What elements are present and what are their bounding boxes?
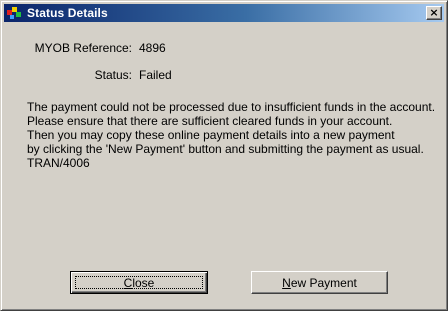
status-message: The payment could not be processed due t… bbox=[27, 100, 445, 170]
reference-label: MYOB Reference: bbox=[34, 41, 132, 55]
window-title: Status Details bbox=[27, 6, 108, 20]
close-icon[interactable]: × bbox=[426, 6, 442, 20]
reference-value: 4896 bbox=[139, 41, 166, 55]
new-payment-button[interactable]: New Payment bbox=[251, 271, 388, 294]
status-details-dialog: Status Details × MYOB Reference: 4896 St… bbox=[0, 0, 448, 311]
status-value: Failed bbox=[139, 68, 172, 82]
message-line: by clicking the 'New Payment' button and… bbox=[27, 142, 424, 156]
close-button[interactable]: Close bbox=[70, 271, 208, 294]
message-line: The payment could not be processed due t… bbox=[27, 100, 436, 114]
title-bar[interactable]: Status Details × bbox=[4, 4, 444, 22]
new-payment-button-label: New Payment bbox=[282, 275, 357, 290]
message-line: Please ensure that there are sufficient … bbox=[27, 114, 393, 128]
focus-rect bbox=[75, 276, 203, 289]
message-line: Then you may copy these online payment d… bbox=[27, 128, 395, 142]
myob-app-icon bbox=[7, 6, 23, 20]
message-line: TRAN/4006 bbox=[27, 156, 90, 170]
status-label: Status: bbox=[94, 68, 132, 82]
